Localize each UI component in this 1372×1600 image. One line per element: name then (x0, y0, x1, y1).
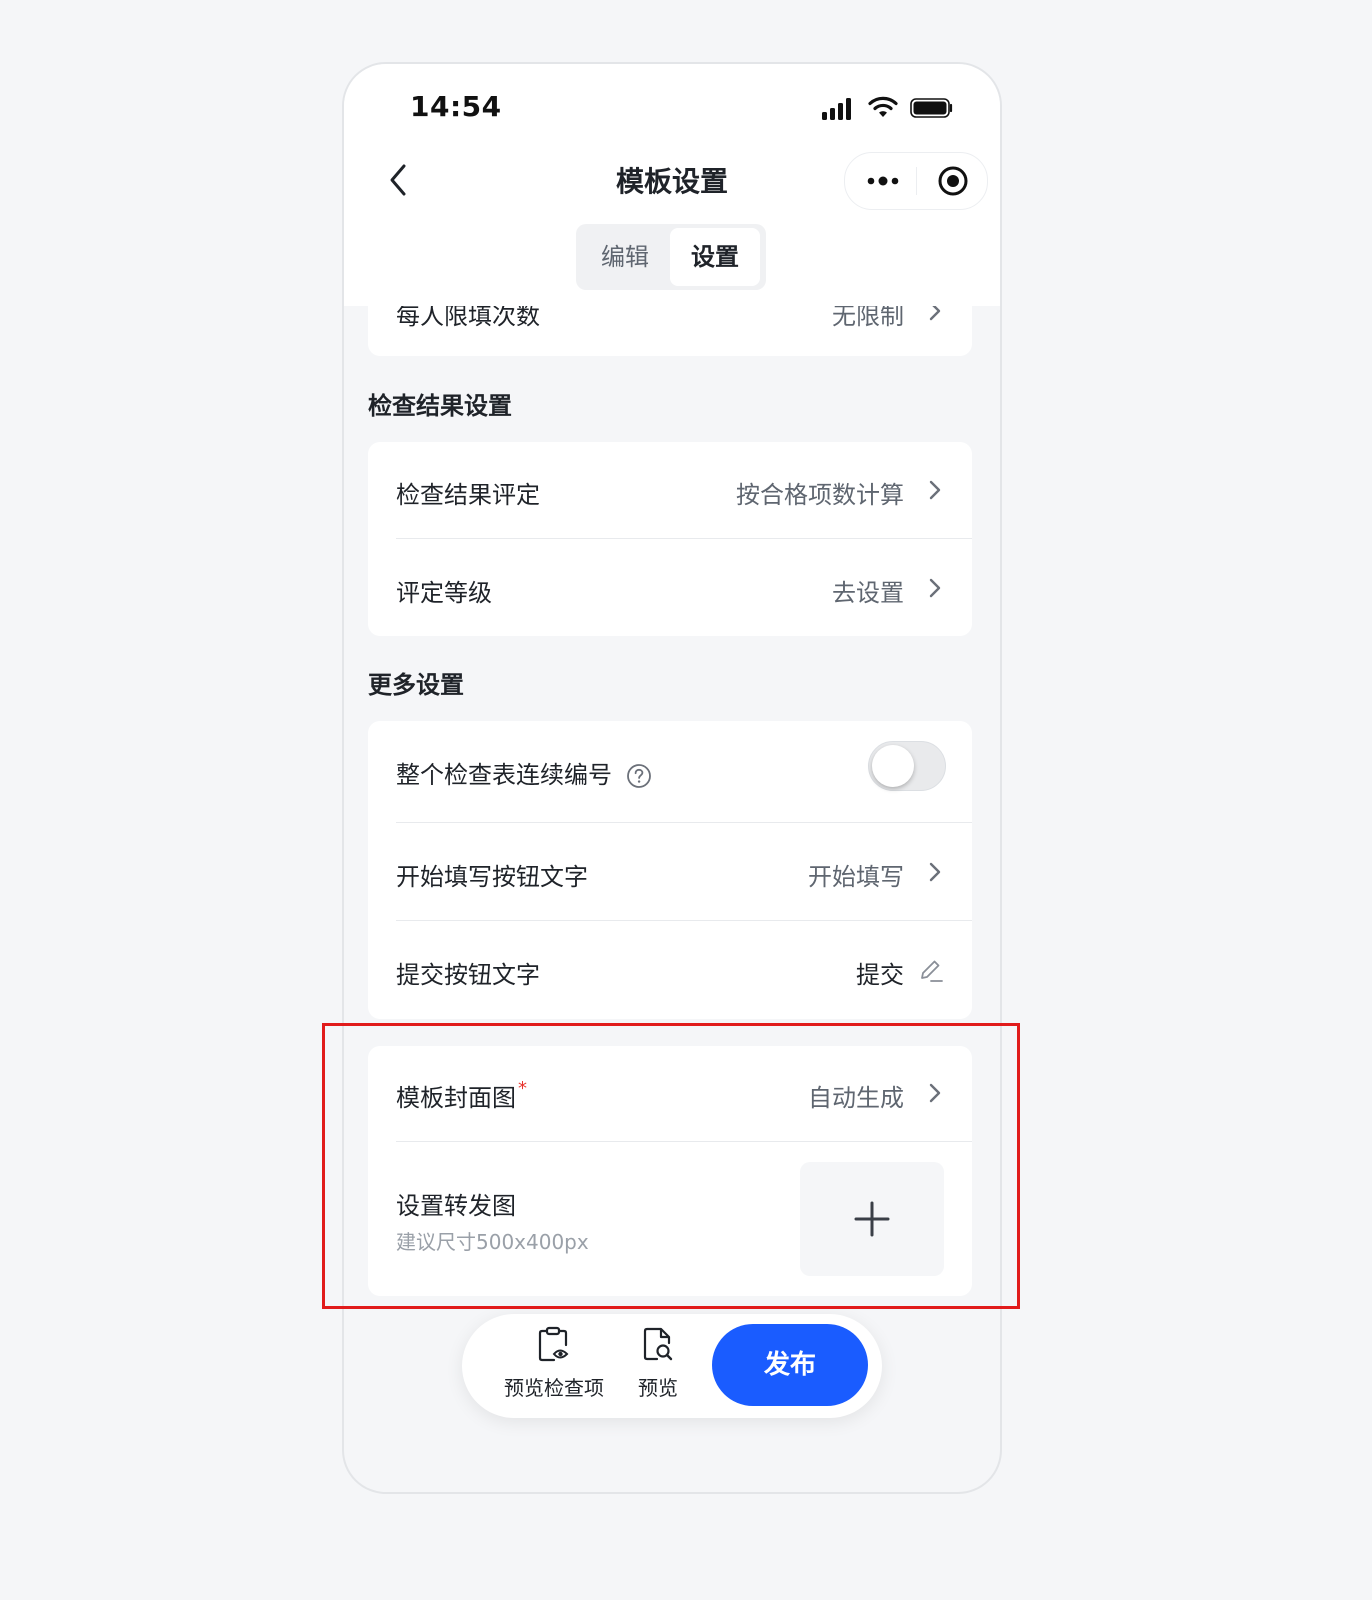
start-button-text-row[interactable]: 开始填写按钮文字 开始填写 (368, 823, 972, 921)
serial-number-toggle[interactable] (868, 741, 946, 791)
chevron-right-icon (929, 862, 941, 882)
section-title-result: 检查结果设置 (368, 392, 512, 420)
publish-button[interactable]: 发布 (712, 1324, 868, 1406)
preview-label: 预览 (638, 1376, 678, 1400)
battery-icon (910, 98, 953, 118)
more-settings-card: 整个检查表连续编号 开始填写按钮文字 开始填写 提交按钮文字 提交 (368, 721, 972, 1019)
grade-level-value: 去设置 (832, 579, 904, 607)
start-button-text-value: 开始填写 (808, 863, 904, 891)
serial-number-label: 整个检查表连续编号 (396, 755, 652, 790)
doc-search-icon (643, 1327, 673, 1361)
submit-button-text-label: 提交按钮文字 (396, 961, 540, 989)
help-icon[interactable] (626, 763, 652, 789)
mini-program-capsule (844, 152, 988, 210)
clipboard-eye-icon (538, 1326, 569, 1362)
status-time: 14:54 (410, 90, 502, 123)
result-evaluation-value: 按合格项数计算 (736, 481, 904, 509)
more-icon[interactable] (863, 171, 903, 191)
highlight-box (322, 1023, 1020, 1309)
chevron-right-icon (929, 480, 941, 500)
start-button-text-label: 开始填写按钮文字 (396, 863, 588, 891)
preview-items-button[interactable]: 预览检查项 (498, 1326, 610, 1401)
submit-button-text-row[interactable]: 提交按钮文字 提交 (368, 921, 972, 1019)
tab-edit[interactable]: 编辑 (580, 228, 670, 286)
bottom-action-bar: 预览检查项 预览 发布 (462, 1314, 882, 1418)
tab-settings[interactable]: 设置 (670, 228, 760, 286)
serial-number-text: 整个检查表连续编号 (396, 761, 612, 789)
result-evaluation-row[interactable]: 检查结果评定 按合格项数计算 (368, 442, 972, 539)
section-title-more: 更多设置 (368, 671, 464, 699)
target-icon[interactable] (937, 165, 969, 197)
toggle-knob (872, 745, 914, 787)
chevron-right-icon (929, 578, 941, 598)
grade-level-label: 评定等级 (396, 579, 492, 607)
capsule-divider (916, 167, 917, 195)
wifi-icon (868, 96, 898, 117)
preview-items-label: 预览检查项 (504, 1376, 604, 1400)
result-evaluation-label: 检查结果评定 (396, 481, 540, 509)
grade-level-row[interactable]: 评定等级 去设置 (368, 539, 972, 636)
top-navigation: 14:54 模板设置 编辑 设置 (344, 64, 1000, 306)
edit-icon[interactable] (918, 957, 944, 983)
serial-number-row: 整个检查表连续编号 (368, 721, 972, 823)
segmented-tabs: 编辑 设置 (576, 224, 766, 290)
submit-button-text-value: 提交 (856, 961, 904, 989)
preview-button[interactable]: 预览 (632, 1326, 684, 1401)
signal-icon (822, 96, 858, 120)
result-card: 检查结果评定 按合格项数计算 评定等级 去设置 (368, 442, 972, 636)
